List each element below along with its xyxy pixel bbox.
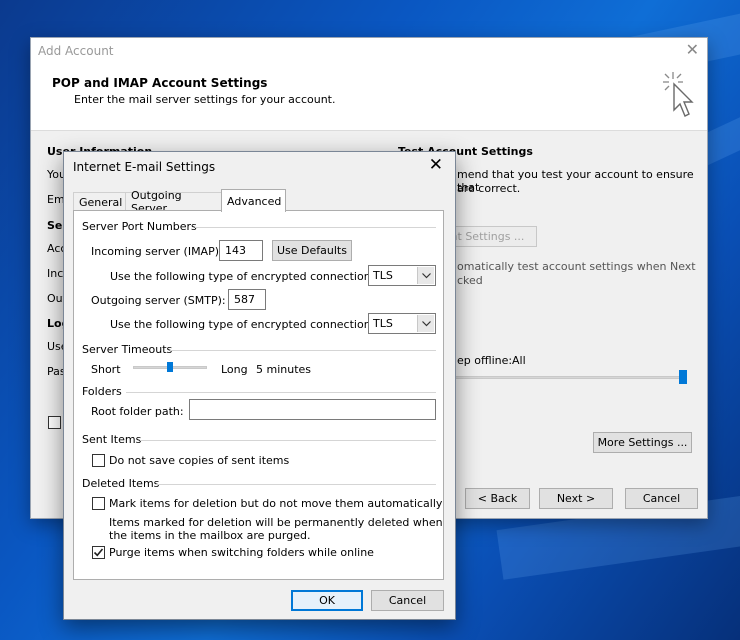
back-button[interactable]: < Back — [465, 488, 530, 509]
folders-heading: Folders — [82, 385, 122, 398]
group-divider — [126, 392, 436, 393]
dialog-title: Internet E-mail Settings — [73, 160, 216, 174]
incoming-server-label: Incoming server (IMAP): — [91, 245, 223, 258]
keep-offline-value: All — [512, 354, 526, 367]
tab-advanced[interactable]: Advanced — [221, 189, 286, 212]
encryption-label-incoming: Use the following type of encrypted conn… — [110, 270, 375, 283]
encryption-label-outgoing: Use the following type of encrypted conn… — [110, 318, 375, 331]
close-icon[interactable]: ✕ — [429, 155, 443, 175]
purge-items-checkbox[interactable] — [92, 546, 105, 559]
keep-offline-slider-thumb[interactable] — [679, 370, 687, 384]
root-folder-input[interactable] — [189, 399, 436, 420]
mark-items-checkbox[interactable] — [92, 497, 105, 510]
close-icon[interactable]: ✕ — [686, 40, 699, 59]
timeout-value: 5 minutes — [256, 363, 312, 376]
mark-items-note-line2: the items in the mailbox are purged. — [109, 529, 311, 542]
inner-cancel-button[interactable]: Cancel — [371, 590, 444, 611]
mark-items-label: Mark items for deletion but do not move … — [109, 497, 443, 510]
outgoing-server-label: Outgoing server (SMTP): — [91, 294, 226, 307]
window-title: Add Account — [38, 44, 114, 58]
do-not-save-checkbox[interactable] — [92, 454, 105, 467]
server-timeouts-heading: Server Timeouts — [82, 343, 173, 356]
ok-button[interactable]: OK — [291, 590, 363, 611]
outer-cancel-button[interactable]: Cancel — [625, 488, 698, 509]
incoming-encryption-value: TLS — [373, 269, 393, 282]
group-divider — [156, 484, 436, 485]
remember-password-checkbox[interactable] — [48, 416, 61, 429]
root-folder-label: Root folder path: — [91, 405, 184, 418]
outgoing-port-input[interactable]: 587 — [228, 289, 266, 310]
incoming-port-input[interactable]: 143 — [219, 240, 263, 261]
do-not-save-label: Do not save copies of sent items — [109, 454, 290, 467]
chevron-down-icon — [417, 315, 434, 332]
keep-offline-slider-track[interactable] — [451, 376, 687, 379]
group-divider — [140, 440, 436, 441]
internet-email-settings-dialog: Internet E-mail Settings ✕ General Outgo… — [63, 151, 456, 620]
mark-items-note-line1: Items marked for deletion will be perman… — [109, 516, 443, 529]
sent-items-heading: Sent Items — [82, 433, 142, 446]
group-divider — [195, 227, 436, 228]
server-port-numbers-heading: Server Port Numbers — [82, 220, 197, 233]
timeout-short-label: Short — [91, 363, 121, 376]
next-button[interactable]: Next > — [539, 488, 613, 509]
cursor-sparkle-icon — [663, 72, 694, 117]
timeout-long-label: Long — [221, 363, 248, 376]
tab-general[interactable]: General — [73, 192, 126, 211]
keep-offline-label: ep offline: — [457, 354, 513, 367]
chevron-down-icon — [417, 267, 434, 284]
more-settings-button[interactable]: More Settings ... — [593, 432, 692, 453]
tab-outgoing-server[interactable]: Outgoing Server — [125, 189, 222, 215]
group-divider — [170, 350, 436, 351]
deleted-items-heading: Deleted Items — [82, 477, 160, 490]
header-subtitle: Enter the mail server settings for your … — [74, 93, 336, 106]
incoming-encryption-select[interactable]: TLS — [368, 265, 436, 286]
outgoing-encryption-select[interactable]: TLS — [368, 313, 436, 334]
timeout-slider-thumb[interactable] — [167, 362, 173, 372]
header-title: POP and IMAP Account Settings — [52, 76, 268, 90]
purge-items-label: Purge items when switching folders while… — [109, 546, 374, 559]
auto-test-line2: cked — [457, 274, 483, 287]
auto-test-line1: omatically test account settings when Ne… — [457, 260, 696, 273]
use-defaults-button[interactable]: Use Defaults — [272, 240, 352, 261]
outgoing-encryption-value: TLS — [373, 317, 393, 330]
advanced-panel: Server Port Numbers Incoming server (IMA… — [73, 210, 444, 580]
test-description-line2: are correct. — [457, 182, 521, 195]
